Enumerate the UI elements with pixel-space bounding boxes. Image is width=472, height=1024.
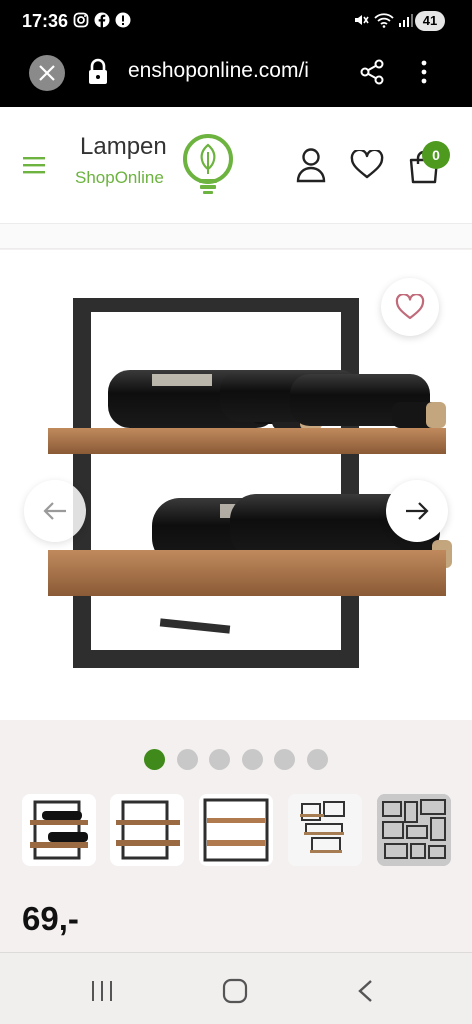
site-header — [0, 107, 472, 223]
logo-text-shoponline: ShopOnline — [75, 168, 164, 187]
recent-apps-icon[interactable] — [90, 980, 114, 1002]
url-text[interactable]: enshoponline.com/i — [128, 59, 309, 83]
cart-count-badge[interactable]: 0 — [422, 141, 450, 169]
battery-indicator: 41 — [415, 11, 445, 31]
pagination-dot[interactable] — [307, 749, 328, 770]
system-nav-bar — [0, 952, 472, 1024]
mute-icon — [355, 15, 369, 25]
breadcrumb-strip — [0, 223, 472, 249]
share-icon[interactable] — [358, 58, 386, 86]
thumbnail-rack-empty-side-view[interactable] — [110, 794, 184, 866]
wishlist-button[interactable] — [381, 278, 439, 336]
pagination-dot[interactable] — [177, 749, 198, 770]
arrow-left-icon — [43, 502, 66, 520]
heart-icon[interactable] — [350, 150, 384, 180]
product-price: 69,- — [22, 900, 79, 937]
user-icon[interactable] — [295, 147, 327, 183]
thumbnail-rack-front-view[interactable] — [199, 794, 273, 866]
status-bar: 17:36 41 — [0, 0, 472, 44]
facebook-icon — [94, 12, 110, 28]
thumbnail-wall-display-room[interactable] — [288, 794, 362, 866]
lock-icon[interactable] — [87, 58, 109, 86]
pagination-dot[interactable] — [209, 749, 230, 770]
pagination-dot[interactable] — [242, 749, 263, 770]
more-vert-icon[interactable] — [418, 58, 430, 86]
hamburger-menu-icon[interactable] — [23, 155, 45, 175]
instagram-icon — [73, 12, 89, 28]
thumbnail-wall-display-grid[interactable] — [377, 794, 451, 866]
thumbnail-rack-side-view[interactable] — [22, 794, 96, 866]
home-icon[interactable] — [222, 978, 248, 1004]
gallery-next-button[interactable] — [386, 480, 448, 542]
gallery-prev-button[interactable] — [24, 480, 86, 542]
close-tab-button[interactable] — [29, 55, 65, 91]
close-icon — [39, 65, 55, 81]
status-time: 17:36 — [22, 11, 69, 31]
logo-text-lampen: Lampen — [80, 133, 167, 160]
pagination-dot[interactable] — [144, 749, 165, 770]
lightbulb-logo-icon — [183, 134, 233, 194]
heart-outline-icon — [395, 294, 425, 320]
bottle-group-top — [108, 370, 446, 430]
alert-icon — [115, 12, 131, 28]
signal-icon — [399, 14, 413, 27]
arrow-right-icon — [406, 502, 429, 520]
wifi-icon — [374, 13, 394, 28]
pagination-dot[interactable] — [274, 749, 295, 770]
back-icon[interactable] — [356, 979, 376, 1003]
